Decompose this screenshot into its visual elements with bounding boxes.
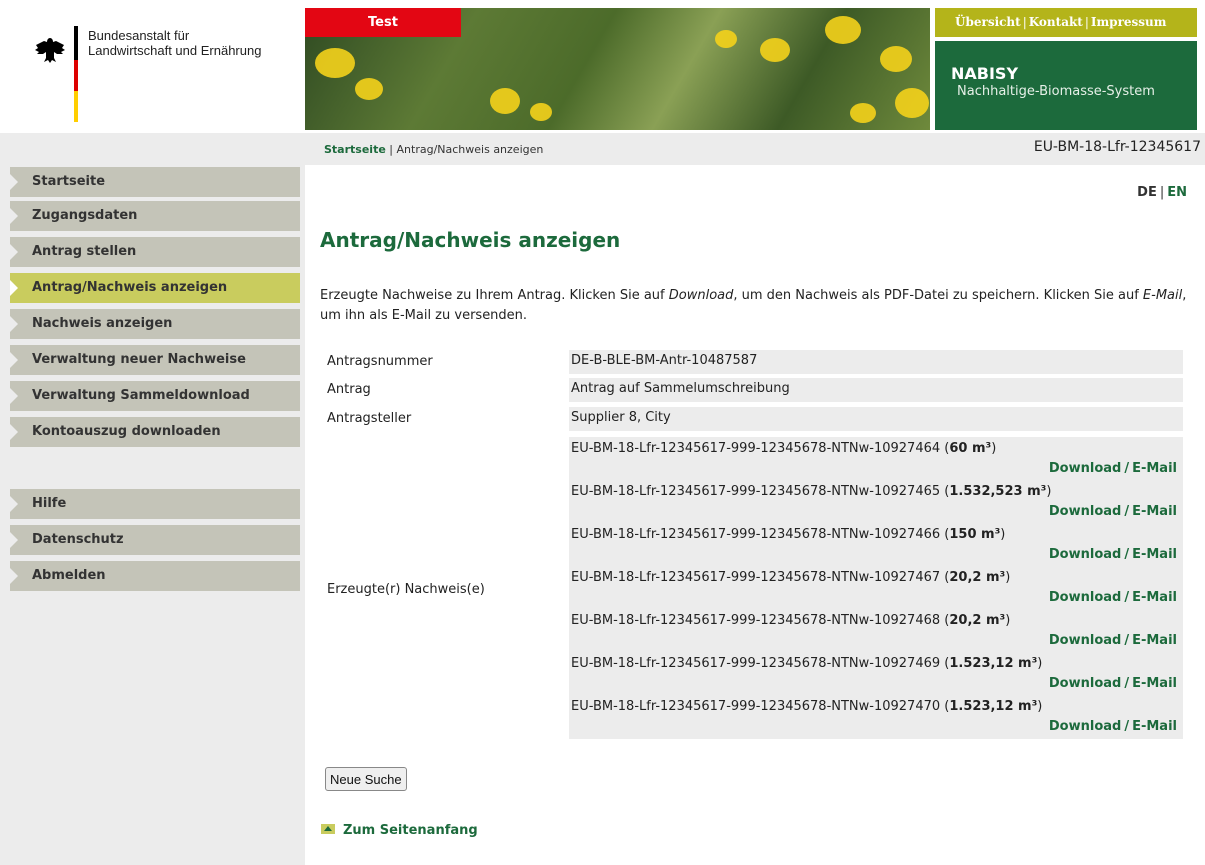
system-title: NABISY [951,64,1019,83]
sidebar-item-antrag-stellen[interactable]: Antrag stellen [10,237,300,267]
sidebar-item-zugangsdaten[interactable]: Zugangsdaten [10,201,300,231]
email-link[interactable]: E-Mail [1132,719,1177,734]
certificate-id: EU-BM-18-Lfr-12345617-999-12345678-NTNw-… [571,699,941,714]
main-content: DE | EN Antrag/Nachweis anzeigen Erzeugte … [305,165,1205,865]
certificate-amount: 150 m³ [949,527,1001,542]
sidebar-item-kontoauszug-downloaden[interactable]: Kontoauszug downloaden [10,417,300,447]
certificate-item: EU-BM-18-Lfr-12345617-999-12345678-NTNw-… [571,570,1177,605]
breadcrumb-bar: Startseite | Antrag/Nachweis anzeigen EU… [0,133,1205,165]
certificate-item: EU-BM-18-Lfr-12345617-999-12345678-NTNw-… [571,441,1177,476]
intro-email-word: E-Mail [1142,288,1183,303]
certificate-amount: 1.532,523 m³ [949,484,1047,499]
back-to-top-label: Zum Seitenanfang [343,823,478,838]
sidebar-item-antrag-nachweis-anzeigen[interactable]: Antrag/Nachweis anzeigen [10,273,300,303]
certificate-id: EU-BM-18-Lfr-12345617-999-12345678-NTNw-… [571,484,941,499]
arrow-up-icon [321,824,335,834]
certificates-label: Erzeugte(r) Nachweis(e) [327,582,485,597]
topnav-contact-link[interactable]: Kontakt [1029,15,1083,29]
sidebar-item-nachweis-anzeigen[interactable]: Nachweis anzeigen [10,309,300,339]
certificate-item: EU-BM-18-Lfr-12345617-999-12345678-NTNw-… [571,613,1177,648]
org-name-line2: Landwirtschaft und Ernährung [88,43,262,58]
email-link[interactable]: E-Mail [1132,461,1177,476]
new-search-button[interactable]: Neue Suche [325,767,407,791]
sidebar-item-datenschutz[interactable]: Datenschutz [10,525,300,555]
certificate-id: EU-BM-18-Lfr-12345617-999-12345678-NTNw-… [571,656,941,671]
intro-text: Erzeugte Nachweise zu Ihrem Antrag. Klic… [320,288,1187,323]
certificate-id: EU-BM-18-Lfr-12345617-999-12345678-NTNw-… [571,613,941,628]
download-link[interactable]: Download [1049,547,1121,562]
certificate-amount: 20,2 m³ [949,613,1006,628]
field-label: Antragsteller [327,411,412,426]
field-label: Antragsnummer [327,354,433,369]
certificate-amount: 1.523,12 m³ [949,656,1038,671]
org-name: Bundesanstalt für Landwirtschaft und Ern… [88,28,261,58]
email-link[interactable]: E-Mail [1132,547,1177,562]
field-value: Antrag auf Sammelumschreibung [569,378,1183,402]
top-navigation: Übersicht | Kontakt | Impressum [935,8,1197,37]
email-link[interactable]: E-Mail [1132,633,1177,648]
certificate-amount: 1.523,12 m³ [949,699,1038,714]
breadcrumb-separator: | [389,143,394,156]
email-link[interactable]: E-Mail [1132,676,1177,691]
sidebar-item-startseite[interactable]: Startseite [10,167,300,197]
breadcrumb: Startseite | Antrag/Nachweis anzeigen [324,143,543,156]
federal-eagle-icon [35,38,65,63]
system-subtitle: Nachhaltige-Biomasse-System [957,84,1155,99]
sidebar-item-verwaltung-neuer-nachweise[interactable]: Verwaltung neuer Nachweise [10,345,300,375]
german-flag-bar [74,26,78,122]
download-link[interactable]: Download [1049,461,1121,476]
download-link[interactable]: Download [1049,676,1121,691]
certificate-item: EU-BM-18-Lfr-12345617-999-12345678-NTNw-… [571,656,1177,691]
field-value: DE-B-BLE-BM-Antr-10487587 [569,350,1183,374]
certificate-item: EU-BM-18-Lfr-12345617-999-12345678-NTNw-… [571,527,1177,562]
system-title-box: NABISY Nachhaltige-Biomasse-System [935,41,1197,130]
org-name-line1: Bundesanstalt für [88,28,190,43]
account-id: EU-BM-18-Lfr-12345617 [1033,139,1201,155]
language-en-link[interactable]: EN [1167,185,1187,200]
download-link[interactable]: Download [1049,504,1121,519]
field-value: Supplier 8, City [569,407,1183,431]
field-label: Antrag [327,382,371,397]
sidebar-item-verwaltung-sammeldownload[interactable]: Verwaltung Sammeldownload [10,381,300,411]
test-environment-tag: Test [305,8,461,37]
certificate-item: EU-BM-18-Lfr-12345617-999-12345678-NTNw-… [571,699,1177,734]
sidebar-item-abmelden[interactable]: Abmelden [10,561,300,591]
sidebar-item-hilfe[interactable]: Hilfe [10,489,300,519]
breadcrumb-home-link[interactable]: Startseite [324,143,386,156]
certificate-id: EU-BM-18-Lfr-12345617-999-12345678-NTNw-… [571,570,941,585]
topnav-overview-link[interactable]: Übersicht [955,15,1021,29]
language-de-link[interactable]: DE [1137,185,1157,200]
email-link[interactable]: E-Mail [1132,504,1177,519]
page-header: Bundesanstalt für Landwirtschaft und Ern… [0,0,1205,133]
certificate-amount: 20,2 m³ [949,570,1006,585]
language-switch: DE | EN [1137,185,1187,200]
breadcrumb-current: Antrag/Nachweis anzeigen [396,143,544,156]
email-link[interactable]: E-Mail [1132,590,1177,605]
sidebar: Startseite Zugangsdaten Antrag stellen A… [0,165,305,865]
certificates-list: EU-BM-18-Lfr-12345617-999-12345678-NTNw-… [569,437,1183,739]
back-to-top-link[interactable]: Zum Seitenanfang [321,823,478,838]
certificate-id: EU-BM-18-Lfr-12345617-999-12345678-NTNw-… [571,527,941,542]
certificate-id: EU-BM-18-Lfr-12345617-999-12345678-NTNw-… [571,441,941,456]
intro-download-word: Download [668,288,734,303]
download-link[interactable]: Download [1049,719,1121,734]
download-link[interactable]: Download [1049,633,1121,648]
page-title: Antrag/Nachweis anzeigen [320,228,621,252]
certificate-amount: 60 m³ [949,441,992,456]
certificate-item: EU-BM-18-Lfr-12345617-999-12345678-NTNw-… [571,484,1177,519]
download-link[interactable]: Download [1049,590,1121,605]
ble-logo[interactable]: Bundesanstalt für Landwirtschaft und Ern… [30,26,290,122]
topnav-imprint-link[interactable]: Impressum [1091,15,1167,29]
